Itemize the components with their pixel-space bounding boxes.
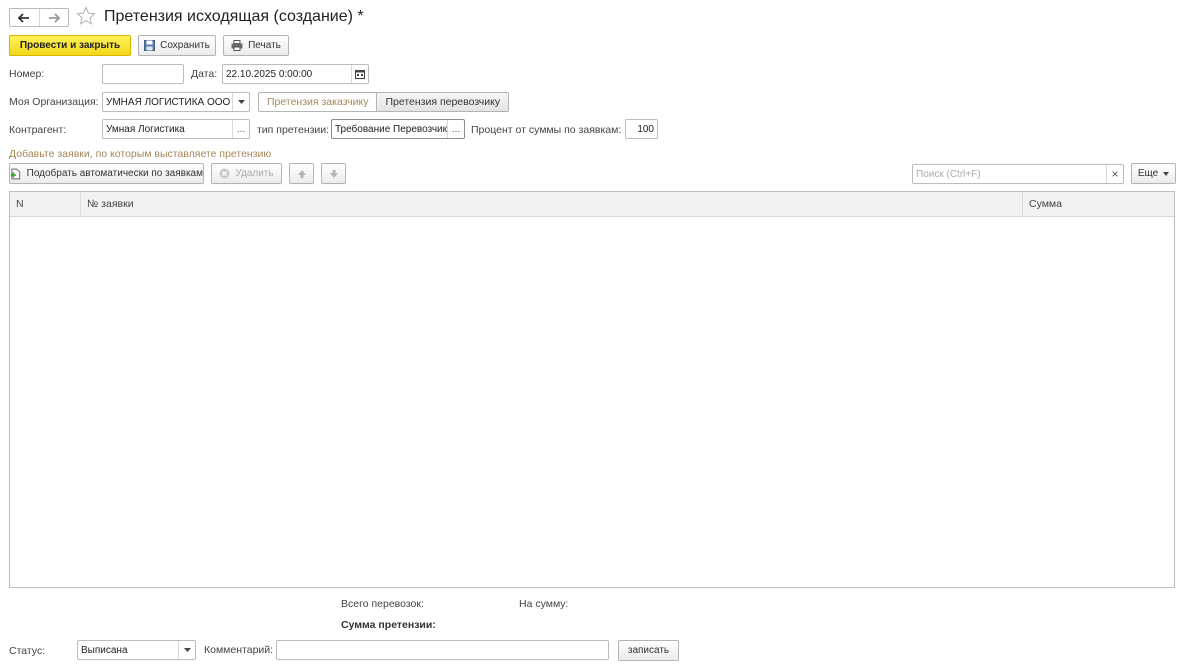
status-dropdown-icon[interactable] — [178, 641, 195, 659]
comment-label: Комментарий: — [204, 644, 274, 656]
requests-table: N № заявки Сумма — [9, 191, 1175, 588]
add-document-icon — [10, 168, 21, 179]
print-label: Печать — [248, 40, 281, 51]
clear-search-icon[interactable]: × — [1106, 165, 1123, 183]
column-header-n[interactable]: N — [10, 192, 80, 216]
total-shipments-label: Всего перевозок: — [341, 598, 424, 610]
percent-field[interactable]: 100 — [625, 119, 658, 139]
calendar-icon[interactable] — [351, 65, 368, 83]
organization-label: Моя Организация: — [9, 96, 99, 108]
more-label: Еще — [1137, 168, 1159, 179]
navigation-group — [9, 8, 69, 27]
forward-button[interactable] — [38, 9, 69, 26]
contractor-value: Умная Логистика — [106, 123, 185, 135]
save-label: Сохранить — [160, 40, 210, 51]
chevron-down-icon — [1163, 171, 1170, 176]
back-button[interactable] — [10, 9, 39, 26]
delete-button[interactable]: Удалить — [211, 163, 282, 184]
date-value: 22.10.2025 0:00:00 — [226, 68, 313, 80]
search-placeholder: Поиск (Ctrl+F) — [916, 168, 981, 180]
claim-type-value: Требование Перевозчику — [335, 123, 447, 135]
print-button[interactable]: Печать — [223, 35, 289, 56]
post-and-close-button[interactable]: Провести и закрыть — [9, 35, 131, 56]
status-label: Статус: — [9, 645, 46, 657]
contractor-field[interactable]: Умная Логистика ... — [102, 119, 250, 139]
number-label: Номер: — [9, 68, 45, 80]
date-field[interactable]: 22.10.2025 0:00:00 — [222, 64, 369, 84]
contractor-select-button[interactable]: ... — [232, 120, 249, 138]
contractor-label: Контрагент: — [9, 124, 67, 136]
search-input[interactable]: Поиск (Ctrl+F) × — [912, 164, 1124, 184]
arrow-down-icon — [329, 169, 338, 178]
arrow-left-icon — [18, 12, 30, 23]
auto-pick-button[interactable]: Подобрать автоматически по заявкам — [9, 163, 204, 184]
status-value: Выписана — [81, 644, 128, 656]
dropdown-icon[interactable] — [232, 93, 249, 111]
organization-value: УМНАЯ ЛОГИСТИКА ООО — [106, 96, 231, 108]
save-button[interactable]: Сохранить — [138, 35, 216, 56]
delete-label: Удалить — [235, 168, 274, 179]
total-sum-label: На сумму: — [519, 598, 569, 610]
save-icon — [144, 40, 156, 51]
write-button[interactable]: записать — [618, 640, 679, 661]
page-title: Претензия исходящая (создание) * — [104, 8, 364, 25]
requests-hint: Добавьте заявки, по которым выставляете … — [9, 148, 272, 160]
move-up-button[interactable] — [289, 163, 314, 184]
column-header-sum[interactable]: Сумма — [1022, 192, 1174, 216]
status-select[interactable]: Выписана — [77, 640, 196, 660]
auto-pick-label: Подобрать автоматически по заявкам — [26, 168, 203, 179]
number-field[interactable] — [102, 64, 184, 84]
more-button[interactable]: Еще — [1131, 163, 1176, 184]
claim-tabs: Претензия заказчику Претензия перевозчик… — [258, 92, 510, 112]
table-header: N № заявки Сумма — [10, 192, 1174, 217]
column-header-request-number[interactable]: № заявки — [80, 192, 1022, 216]
percent-label: Процент от суммы по заявкам: — [471, 124, 622, 136]
claim-type-select-button[interactable]: ... — [447, 120, 464, 138]
printer-icon — [231, 40, 243, 51]
delete-icon — [219, 168, 230, 179]
arrow-up-icon — [297, 169, 306, 178]
claim-type-label: тип претензии: — [257, 124, 330, 136]
date-label: Дата: — [191, 68, 218, 80]
comment-field[interactable] — [276, 640, 609, 660]
claim-type-field[interactable]: Требование Перевозчику ... — [331, 119, 465, 139]
table-body[interactable] — [10, 217, 1174, 587]
claim-sum-label: Сумма претензии: — [341, 619, 436, 631]
move-down-button[interactable] — [321, 163, 346, 184]
organization-select[interactable]: УМНАЯ ЛОГИСТИКА ООО — [102, 92, 250, 112]
tab-claim-to-customer[interactable]: Претензия заказчику — [258, 92, 378, 112]
favorite-star-icon[interactable] — [76, 6, 96, 26]
arrow-right-icon — [48, 12, 60, 23]
percent-value: 100 — [637, 123, 654, 135]
tab-claim-to-carrier[interactable]: Претензия перевозчику — [377, 92, 510, 112]
